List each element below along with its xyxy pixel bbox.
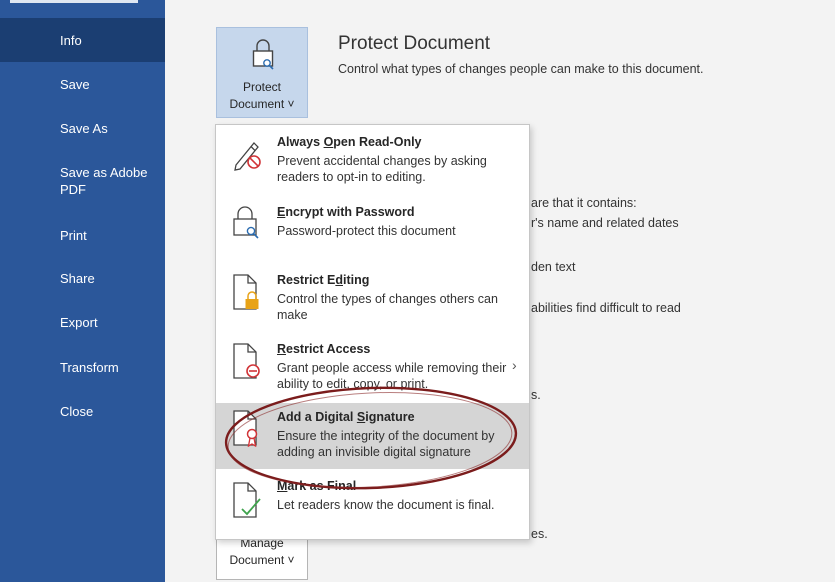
title-part: Always	[277, 135, 324, 149]
protect-button-line2: Document ˅	[229, 97, 295, 111]
title-accelerator: O	[323, 135, 334, 149]
nav-item-close[interactable]: Close	[0, 389, 165, 433]
title-part: ignature	[365, 410, 415, 424]
nav-item-label: Print	[60, 227, 87, 243]
nav-item-label: Export	[60, 314, 98, 330]
menu-item-description: Password-protect this document	[277, 224, 456, 238]
protect-document-button[interactable]: Protect Document ˅	[216, 27, 308, 118]
manage-button-label: Manage Document ˅	[217, 535, 307, 569]
chevron-right-icon: ›	[512, 357, 517, 373]
inspect-text: r's name and related dates	[531, 216, 679, 230]
title-part: Restrict E	[277, 273, 336, 287]
menu-item-description: Prevent accidental changes by asking rea…	[277, 154, 487, 184]
title-part: ncrypt with Password	[285, 205, 415, 219]
nav-item-label: Save As	[60, 120, 108, 136]
menu-item-title: Mark as Final	[277, 479, 356, 493]
menu-item-title: Restrict Access	[277, 342, 370, 356]
menu-item-restrict-access[interactable]: Restrict Access Grant people access whil…	[216, 336, 529, 402]
menu-item-restrict-editing[interactable]: Restrict Editing Control the types of ch…	[216, 267, 529, 333]
menu-item-description: Ensure the integrity of the document by …	[277, 429, 495, 459]
title-part: iting	[343, 273, 370, 287]
title-accelerator: d	[335, 273, 343, 287]
nav-item-info[interactable]: Info	[0, 18, 165, 62]
protect-document-menu: Always Open Read-Only Prevent accidental…	[215, 124, 530, 540]
backstage-nav: Info Save Save As Save as Adobe PDF Prin…	[0, 0, 165, 582]
nav-item-export[interactable]: Export	[0, 300, 165, 344]
title-part: pen Read-Only	[333, 135, 422, 149]
title-accelerator: S	[356, 410, 366, 424]
section-description: Control what types of changes people can…	[338, 62, 704, 76]
menu-item-add-digital-signature[interactable]: Add a Digital Signature Ensure the integ…	[216, 403, 529, 469]
inspect-text: are that it contains:	[531, 196, 637, 210]
protect-button-label: Protect Document ˅	[217, 79, 307, 113]
document-ribbon-icon	[233, 410, 258, 447]
nav-top-accent	[10, 0, 138, 3]
title-part: ark as Final	[287, 479, 357, 493]
nav-item-label: Close	[60, 403, 94, 419]
menu-item-title: Always Open Read-Only	[277, 135, 422, 149]
section-title: Protect Document	[338, 33, 491, 54]
document-lock-icon	[233, 274, 259, 310]
menu-item-mark-as-final[interactable]: Mark as Final Let readers know the docum…	[216, 475, 529, 537]
nav-item-share[interactable]: Share	[0, 256, 165, 300]
title-part: estrict Access	[286, 342, 371, 356]
nav-item-save-as[interactable]: Save As	[0, 106, 165, 150]
versions-text: s.	[531, 388, 541, 402]
pencil-no-icon	[234, 142, 261, 171]
nav-item-transform[interactable]: Transform	[0, 345, 165, 389]
menu-item-description: Grant people access while removing their…	[277, 361, 507, 391]
inspect-text: abilities find difficult to read	[531, 301, 681, 315]
title-accelerator: R	[277, 342, 287, 356]
lock-key-icon	[252, 39, 274, 70]
nav-item-print[interactable]: Print	[0, 213, 165, 257]
title-part: Add a Digital	[277, 410, 357, 424]
nav-item-label: Info	[60, 32, 82, 48]
nav-item-save-as-adobe-pdf[interactable]: Save as Adobe PDF	[0, 158, 165, 210]
lock-key-icon	[233, 206, 259, 239]
menu-item-description: Let readers know the document is final.	[277, 498, 495, 512]
nav-item-label: Transform	[60, 359, 119, 375]
inspect-text: den text	[531, 260, 576, 274]
nav-item-save[interactable]: Save	[0, 62, 165, 106]
manage-button-line2: Document ˅	[229, 553, 295, 567]
menu-item-encrypt-with-password[interactable]: Encrypt with Password Password-protect t…	[216, 197, 529, 253]
nav-item-label: Share	[60, 270, 95, 286]
menu-item-title: Restrict Editing	[277, 273, 369, 287]
menu-item-title: Add a Digital Signature	[277, 410, 415, 424]
menu-item-description: Control the types of changes others can …	[277, 292, 498, 322]
nav-item-label: Save as Adobe PDF	[60, 165, 148, 197]
nav-item-label: Save	[60, 76, 90, 92]
menu-item-title: Encrypt with Password	[277, 205, 415, 219]
title-accelerator: M	[277, 479, 288, 493]
document-check-icon	[233, 482, 261, 518]
protect-button-line1: Protect	[242, 80, 281, 94]
menu-item-always-open-read-only[interactable]: Always Open Read-Only Prevent accidental…	[216, 129, 529, 195]
browser-text: es.	[531, 527, 548, 541]
document-restrict-icon	[233, 343, 260, 379]
